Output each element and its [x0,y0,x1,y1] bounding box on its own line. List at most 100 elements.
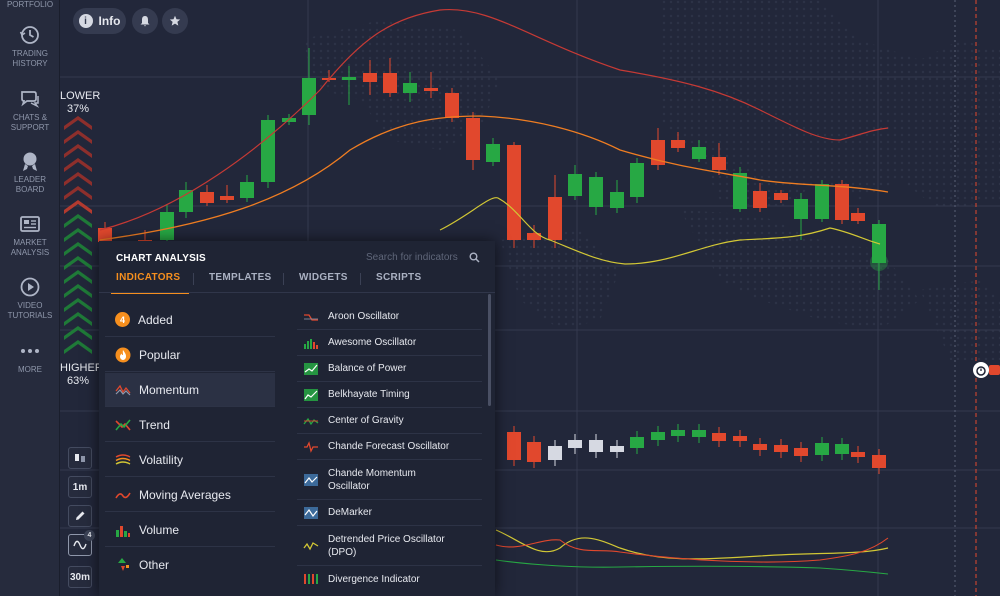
candle-body [753,191,767,208]
indicator-demarker[interactable]: DeMarker [297,500,482,526]
indicator-list-scrollbar[interactable] [488,294,491,406]
category-other[interactable]: Other [105,548,275,582]
tab-divider [193,273,194,285]
indicator-center-of-gravity[interactable]: Center of Gravity [297,408,482,434]
nav-more[interactable]: MORE [0,340,60,375]
tab-widgets[interactable]: WIDGETS [299,272,348,283]
sentiment-chevron [64,340,92,354]
candle-body [671,430,685,436]
category-added[interactable]: 4 Added [105,303,275,337]
nav-trading-history[interactable]: TRADING HISTORY [0,24,60,69]
candle-body [403,83,417,93]
sentiment-chevron [64,284,92,298]
candle-body [794,448,808,456]
candle-body [692,430,706,437]
candle-body [774,445,788,452]
divergence-icon [304,574,318,584]
history-icon [19,26,39,44]
indicator-awesome-oscillator[interactable]: Awesome Oscillator [297,330,482,356]
dots-icon [21,349,39,353]
candle-body [486,144,500,162]
pencil-icon [76,511,85,520]
candle-body [383,73,397,93]
indicator-balance-of-power[interactable]: Balance of Power [297,356,482,382]
awesome-oscillator-icon [304,338,318,349]
indicator-detrended-price-oscillator[interactable]: Detrended Price Oscillator (DPO) [297,526,482,566]
left-sidebar: PORTFOLIO TRADING HISTORY CHATS & SUPPOR… [0,0,60,596]
panel-tabs: INDICATORS TEMPLATES WIDGETS SCRIPTS [99,267,495,294]
indicator-aroon-oscillator[interactable]: Aroon Oscillator [297,304,482,330]
alerts-button[interactable] [132,8,158,34]
drawing-tools-button[interactable] [68,505,92,527]
chart-type-button[interactable] [68,447,92,469]
sentiment-chevron [64,228,92,242]
indicator-belkhayate-timing[interactable]: Belkhayate Timing [297,382,482,408]
belkhayate-icon [304,388,318,401]
candle-body [220,196,234,200]
category-volume[interactable]: Volume [105,513,275,547]
bell-icon [140,16,150,27]
candle-body [692,147,706,159]
sentiment-chevron [64,312,92,326]
tab-scripts[interactable]: SCRIPTS [376,272,421,283]
sentiment-chevron [64,200,92,214]
nav-leader-board[interactable]: LEADER BOARD [0,150,60,195]
candle-body [568,440,582,448]
indicator-divergence-indicator[interactable]: Divergence Indicator [297,566,482,592]
candles-icon [75,454,85,462]
candle-body [753,444,767,450]
category-moving-averages[interactable]: Moving Averages [105,478,275,512]
sentiment-chevron [64,158,92,172]
category-volatility[interactable]: Volatility [105,443,275,477]
candle-body [835,444,849,454]
demarker-icon [304,506,318,519]
category-popular[interactable]: Popular [105,338,275,372]
tab-divider [360,273,361,285]
sentiment-chevron [64,116,92,130]
timeframe-button[interactable]: 1m [68,476,92,498]
candle-body [466,118,480,160]
sentiment-chevron [64,130,92,144]
nav-market-analysis[interactable]: MARKET ANALYSIS [0,213,60,258]
category-trend[interactable]: Trend [105,408,275,442]
trend-icon [115,418,131,431]
candle-body [179,190,193,212]
info-button[interactable]: i Info [73,8,126,34]
candle-body [548,446,562,460]
sentiment-chevron [64,270,92,284]
nav-video-tutorials[interactable]: VIDEO TUTORIALS [0,276,60,321]
indicator-chande-forecast-oscillator[interactable]: Chande Forecast Oscillator [297,434,482,460]
candle-body [363,73,377,82]
tab-templates[interactable]: TEMPLATES [209,272,272,283]
added-count-icon: 4 [115,312,130,327]
oscillator-signal-line [495,529,889,560]
indicators-button[interactable]: 4 [68,530,95,556]
candle-body [507,145,521,240]
volume-icon [116,525,130,537]
indicator-chande-momentum-oscillator[interactable]: Chande Momentum Oscillator [297,460,482,500]
tab-indicators[interactable]: INDICATORS [116,272,180,283]
candle-body [851,213,865,221]
nav-portfolio[interactable]: PORTFOLIO [0,0,60,10]
sentiment-chevron [64,172,92,186]
search-icon[interactable] [469,252,480,263]
sentiment-chevron [64,326,92,340]
expiry-timer-marker[interactable] [970,361,1000,379]
candle-body [774,193,788,200]
oscillator-histogram-line [495,559,889,575]
play-icon [20,277,40,297]
indicator-wave-icon [73,540,87,550]
candle-body [445,93,459,118]
flame-icon [115,347,131,362]
category-momentum[interactable]: Momentum [105,373,275,407]
candle-body [712,157,726,170]
chat-icon [21,91,40,108]
sentiment-chevron [64,186,92,200]
nav-chats-support[interactable]: CHATS & SUPPORT [0,88,60,133]
candle-body [835,184,849,220]
candle-body [160,212,174,240]
favorites-button[interactable] [162,8,188,34]
expiry-button[interactable]: 30m [68,566,92,588]
candle-body [548,197,562,240]
indicator-search-input[interactable]: Search for indicators [366,252,458,263]
